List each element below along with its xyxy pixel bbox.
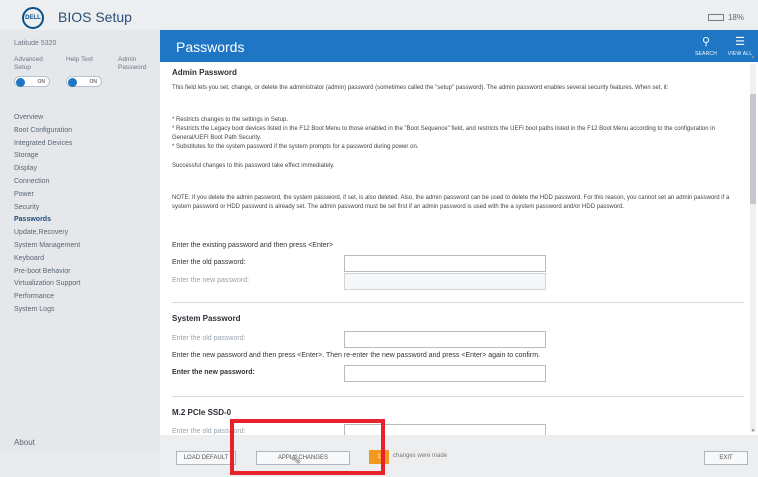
search-label: SEARCH: [694, 50, 718, 57]
help-text-toggle-group: Help Text ON: [66, 56, 108, 87]
sidebar-item-update-recovery[interactable]: Update,Recovery: [14, 227, 80, 240]
apply-changes-button[interactable]: APPLY CHANGES: [256, 451, 350, 465]
top-bar: DELL BIOS Setup 18%: [0, 0, 758, 30]
dell-logo: DELL: [22, 7, 44, 29]
sidebar-item-display[interactable]: Display: [14, 163, 80, 176]
search-icon: ⚲: [701, 35, 711, 48]
view-all-label: VIEW ALL: [727, 50, 753, 57]
ssd-old-password-row: Enter the old password:: [172, 424, 732, 435]
scroll-down-icon[interactable]: ▼: [750, 428, 756, 434]
main-panel: Passwords ⚲ SEARCH ☰ VIEW ALL Admin Pass…: [160, 30, 758, 435]
advanced-setup-toggle-group: Advanced Setup ON: [14, 56, 56, 87]
changes-status-text: changes were made: [393, 453, 448, 459]
sidebar-toggles: Advanced Setup ON Help Text ON Admin Pas…: [14, 56, 160, 87]
admin-new-password-label: Enter the new password:: [172, 277, 250, 284]
admin-old-password-label: Enter the old password:: [172, 259, 246, 266]
sidebar-item-virtualization-support[interactable]: Virtualization Support: [14, 278, 80, 291]
system-old-password-row: Enter the old password:: [172, 331, 732, 349]
sidebar-item-overview[interactable]: Overview: [14, 112, 80, 125]
toggle-state: ON: [89, 78, 98, 85]
battery-level: 18%: [727, 13, 744, 22]
sidebar-item-power[interactable]: Power: [14, 189, 80, 202]
sidebar-item-system-management[interactable]: System Management: [14, 240, 80, 253]
system-new-password-input[interactable]: [344, 365, 546, 382]
sidebar-item-system-logs[interactable]: System Logs: [14, 304, 80, 317]
system-old-password-input[interactable]: [344, 331, 546, 348]
ssd-old-password-label: Enter the old password:: [172, 428, 246, 435]
scroll-up-icon[interactable]: ▲: [750, 54, 756, 60]
admin-old-password-row: Enter the old password:: [172, 255, 732, 273]
admin-new-password-input[interactable]: [344, 273, 546, 290]
admin-bullet-1: * Restricts changes to the settings in S…: [172, 117, 289, 123]
about-link[interactable]: About: [14, 438, 35, 447]
toggle-knob: [68, 78, 77, 87]
vertical-scrollbar[interactable]: ▲ ▼: [750, 54, 756, 434]
sidebar-item-keyboard[interactable]: Keyboard: [14, 253, 80, 266]
sidebar: Latitude 5320 Advanced Setup ON Help Tex…: [0, 30, 160, 450]
sidebar-item-security[interactable]: Security: [14, 202, 80, 215]
admin-instruction: Enter the existing password and then pre…: [172, 242, 334, 249]
admin-old-password-input[interactable]: [344, 255, 546, 272]
sidebar-item-integrated-devices[interactable]: Integrated Devices: [14, 138, 80, 151]
sidebar-item-passwords[interactable]: Passwords: [14, 214, 80, 227]
ssd-password-title: M.2 PCIe SSD-0: [172, 408, 232, 417]
ssd-old-password-input[interactable]: [344, 424, 546, 435]
admin-password-note: NOTE: If you delete the admin password, …: [172, 195, 730, 210]
model-name: Latitude 5320: [14, 40, 57, 47]
section-divider: [172, 302, 744, 303]
battery-icon: [707, 14, 724, 21]
page-title: Passwords: [176, 39, 245, 55]
system-new-password-label: Enter the new password:: [172, 369, 255, 376]
help-text-toggle[interactable]: ON: [66, 76, 102, 87]
section-divider: [172, 396, 744, 397]
admin-new-password-row: Enter the new password:: [172, 273, 732, 291]
sidebar-item-pre-boot-behavior[interactable]: Pre-boot Behavior: [14, 266, 80, 279]
sidebar-item-performance[interactable]: Performance: [14, 291, 80, 304]
toggle-label: Advanced Setup: [14, 56, 43, 71]
view-all-icon: ☰: [735, 35, 745, 48]
sidebar-nav: Overview Boot Configuration Integrated D…: [14, 112, 80, 317]
system-old-password-label: Enter the old password:: [172, 335, 246, 342]
system-password-title: System Password: [172, 314, 241, 323]
system-new-password-row: Enter the new password:: [172, 365, 732, 383]
admin-password-indicator: Admin Password: [118, 56, 160, 87]
app-title: BIOS Setup: [58, 9, 132, 25]
admin-success-note: Successful changes to this password take…: [172, 163, 335, 169]
exit-button[interactable]: EXIT: [704, 451, 748, 465]
page-header: Passwords ⚲ SEARCH ☰ VIEW ALL: [160, 30, 758, 62]
admin-password-description: This field lets you set, change, or dele…: [172, 85, 669, 91]
load-default-button[interactable]: LOAD DEFAULT: [176, 451, 236, 465]
mouse-cursor-icon: ⬁: [291, 452, 302, 466]
toggle-label: Help Text: [66, 56, 93, 63]
settings-content: Admin Password This field lets you set, …: [160, 62, 748, 435]
admin-bullet-3: * Substitutes for the system password if…: [172, 144, 419, 150]
sidebar-item-storage[interactable]: Storage: [14, 150, 80, 163]
admin-bullet-2: * Restricts the Legacy boot devices list…: [172, 126, 715, 141]
bottom-bar: LOAD DEFAULT APPLY CHANGES 1 changes wer…: [160, 435, 758, 477]
sidebar-item-connection[interactable]: Connection: [14, 176, 80, 189]
sidebar-item-boot-configuration[interactable]: Boot Configuration: [14, 125, 80, 138]
search-button[interactable]: ⚲ SEARCH: [692, 32, 720, 60]
changes-count-badge: 1: [369, 450, 389, 464]
toggle-knob: [16, 78, 25, 87]
system-instruction: Enter the new password and then press <E…: [172, 352, 540, 359]
toggle-state: ON: [37, 78, 46, 85]
admin-password-title: Admin Password: [172, 68, 237, 77]
toggle-label: Admin Password: [118, 56, 147, 71]
advanced-setup-toggle[interactable]: ON: [14, 76, 50, 87]
battery-status: 18%: [707, 13, 744, 22]
scrollbar-thumb[interactable]: [750, 94, 756, 204]
